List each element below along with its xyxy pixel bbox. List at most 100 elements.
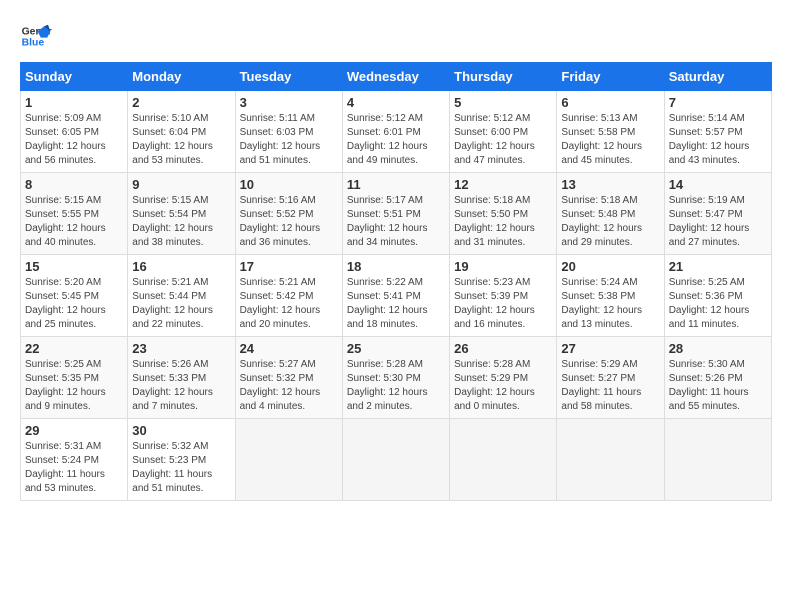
day-content: Sunrise: 5:31 AMSunset: 5:24 PMDaylight:… [25,440,123,496]
day-content: Sunrise: 5:30 AMSunset: 5:26 PMDaylight:… [669,358,767,414]
day-cell: 25 Sunrise: 5:28 AMSunset: 5:30 PMDayligh… [342,337,449,419]
day-number: 10 [240,177,338,192]
day-content: Sunrise: 5:10 AMSunset: 6:04 PMDaylight:… [132,112,230,168]
day-number: 9 [132,177,230,192]
day-cell: 15 Sunrise: 5:20 AMSunset: 5:45 PMDayligh… [21,255,128,337]
day-content: Sunrise: 5:29 AMSunset: 5:27 PMDaylight:… [561,358,659,414]
day-content: Sunrise: 5:28 AMSunset: 5:29 PMDaylight:… [454,358,552,414]
day-content: Sunrise: 5:17 AMSunset: 5:51 PMDaylight:… [347,194,445,250]
day-number: 15 [25,259,123,274]
day-cell: 26 Sunrise: 5:28 AMSunset: 5:29 PMDayligh… [450,337,557,419]
day-number: 7 [669,95,767,110]
empty-day-cell [664,419,771,501]
day-number: 11 [347,177,445,192]
day-content: Sunrise: 5:26 AMSunset: 5:33 PMDaylight:… [132,358,230,414]
day-cell: 13 Sunrise: 5:18 AMSunset: 5:48 PMDayligh… [557,173,664,255]
day-header-thursday: Thursday [450,63,557,91]
day-content: Sunrise: 5:22 AMSunset: 5:41 PMDaylight:… [347,276,445,332]
day-cell: 24 Sunrise: 5:27 AMSunset: 5:32 PMDayligh… [235,337,342,419]
day-cell: 7 Sunrise: 5:14 AMSunset: 5:57 PMDaylight… [664,91,771,173]
day-number: 4 [347,95,445,110]
day-content: Sunrise: 5:28 AMSunset: 5:30 PMDaylight:… [347,358,445,414]
day-number: 17 [240,259,338,274]
day-number: 25 [347,341,445,356]
day-content: Sunrise: 5:21 AMSunset: 5:42 PMDaylight:… [240,276,338,332]
day-number: 22 [25,341,123,356]
empty-day-cell [342,419,449,501]
day-number: 29 [25,423,123,438]
calendar-week-row: 22 Sunrise: 5:25 AMSunset: 5:35 PMDayligh… [21,337,772,419]
day-header-monday: Monday [128,63,235,91]
day-content: Sunrise: 5:20 AMSunset: 5:45 PMDaylight:… [25,276,123,332]
day-number: 30 [132,423,230,438]
day-cell: 5 Sunrise: 5:12 AMSunset: 6:00 PMDaylight… [450,91,557,173]
day-content: Sunrise: 5:16 AMSunset: 5:52 PMDaylight:… [240,194,338,250]
day-cell: 20 Sunrise: 5:24 AMSunset: 5:38 PMDayligh… [557,255,664,337]
day-number: 16 [132,259,230,274]
day-number: 14 [669,177,767,192]
day-cell: 30Sunrise: 5:32 AMSunset: 5:23 PMDayligh… [128,419,235,501]
day-content: Sunrise: 5:12 AMSunset: 6:00 PMDaylight:… [454,112,552,168]
day-cell: 11 Sunrise: 5:17 AMSunset: 5:51 PMDayligh… [342,173,449,255]
day-content: Sunrise: 5:09 AMSunset: 6:05 PMDaylight:… [25,112,123,168]
day-cell: 14 Sunrise: 5:19 AMSunset: 5:47 PMDayligh… [664,173,771,255]
day-cell: 22 Sunrise: 5:25 AMSunset: 5:35 PMDayligh… [21,337,128,419]
day-number: 23 [132,341,230,356]
day-header-saturday: Saturday [664,63,771,91]
day-cell: 16Sunrise: 5:21 AMSunset: 5:44 PMDayligh… [128,255,235,337]
day-cell: 1Sunrise: 5:09 AMSunset: 6:05 PMDaylight… [21,91,128,173]
day-cell: 3 Sunrise: 5:11 AMSunset: 6:03 PMDaylight… [235,91,342,173]
day-cell: 18 Sunrise: 5:22 AMSunset: 5:41 PMDayligh… [342,255,449,337]
calendar-week-row: 15 Sunrise: 5:20 AMSunset: 5:45 PMDayligh… [21,255,772,337]
day-content: Sunrise: 5:11 AMSunset: 6:03 PMDaylight:… [240,112,338,168]
day-cell: 23 Sunrise: 5:26 AMSunset: 5:33 PMDayligh… [128,337,235,419]
day-number: 26 [454,341,552,356]
day-number: 28 [669,341,767,356]
day-number: 19 [454,259,552,274]
day-cell: 4 Sunrise: 5:12 AMSunset: 6:01 PMDaylight… [342,91,449,173]
empty-day-cell [235,419,342,501]
day-content: Sunrise: 5:13 AMSunset: 5:58 PMDaylight:… [561,112,659,168]
day-cell: 8 Sunrise: 5:15 AMSunset: 5:55 PMDaylight… [21,173,128,255]
day-cell: 10 Sunrise: 5:16 AMSunset: 5:52 PMDayligh… [235,173,342,255]
day-number: 21 [669,259,767,274]
day-header-sunday: Sunday [21,63,128,91]
day-number: 6 [561,95,659,110]
day-content: Sunrise: 5:23 AMSunset: 5:39 PMDaylight:… [454,276,552,332]
day-content: Sunrise: 5:18 AMSunset: 5:50 PMDaylight:… [454,194,552,250]
logo: General Blue [20,20,52,52]
day-content: Sunrise: 5:25 AMSunset: 5:36 PMDaylight:… [669,276,767,332]
calendar-table: SundayMondayTuesdayWednesdayThursdayFrid… [20,62,772,501]
day-header-friday: Friday [557,63,664,91]
day-number: 18 [347,259,445,274]
day-cell: 27 Sunrise: 5:29 AMSunset: 5:27 PMDayligh… [557,337,664,419]
day-header-wednesday: Wednesday [342,63,449,91]
day-number: 3 [240,95,338,110]
day-header-tuesday: Tuesday [235,63,342,91]
day-number: 12 [454,177,552,192]
day-number: 20 [561,259,659,274]
day-content: Sunrise: 5:18 AMSunset: 5:48 PMDaylight:… [561,194,659,250]
calendar-week-row: 29 Sunrise: 5:31 AMSunset: 5:24 PMDayligh… [21,419,772,501]
day-content: Sunrise: 5:12 AMSunset: 6:01 PMDaylight:… [347,112,445,168]
day-cell: 9Sunrise: 5:15 AMSunset: 5:54 PMDaylight… [128,173,235,255]
calendar-header-row: SundayMondayTuesdayWednesdayThursdayFrid… [21,63,772,91]
day-number: 13 [561,177,659,192]
day-number: 5 [454,95,552,110]
day-content: Sunrise: 5:19 AMSunset: 5:47 PMDaylight:… [669,194,767,250]
day-number: 2 [132,95,230,110]
page-header: General Blue [20,20,772,52]
day-cell: 6 Sunrise: 5:13 AMSunset: 5:58 PMDaylight… [557,91,664,173]
day-number: 24 [240,341,338,356]
day-cell: 12 Sunrise: 5:18 AMSunset: 5:50 PMDayligh… [450,173,557,255]
empty-day-cell [557,419,664,501]
calendar-week-row: 8 Sunrise: 5:15 AMSunset: 5:55 PMDaylight… [21,173,772,255]
day-content: Sunrise: 5:25 AMSunset: 5:35 PMDaylight:… [25,358,123,414]
day-content: Sunrise: 5:27 AMSunset: 5:32 PMDaylight:… [240,358,338,414]
day-content: Sunrise: 5:14 AMSunset: 5:57 PMDaylight:… [669,112,767,168]
day-cell: 2 Sunrise: 5:10 AMSunset: 6:04 PMDaylight… [128,91,235,173]
day-content: Sunrise: 5:24 AMSunset: 5:38 PMDaylight:… [561,276,659,332]
day-number: 8 [25,177,123,192]
day-content: Sunrise: 5:15 AMSunset: 5:55 PMDaylight:… [25,194,123,250]
day-number: 27 [561,341,659,356]
